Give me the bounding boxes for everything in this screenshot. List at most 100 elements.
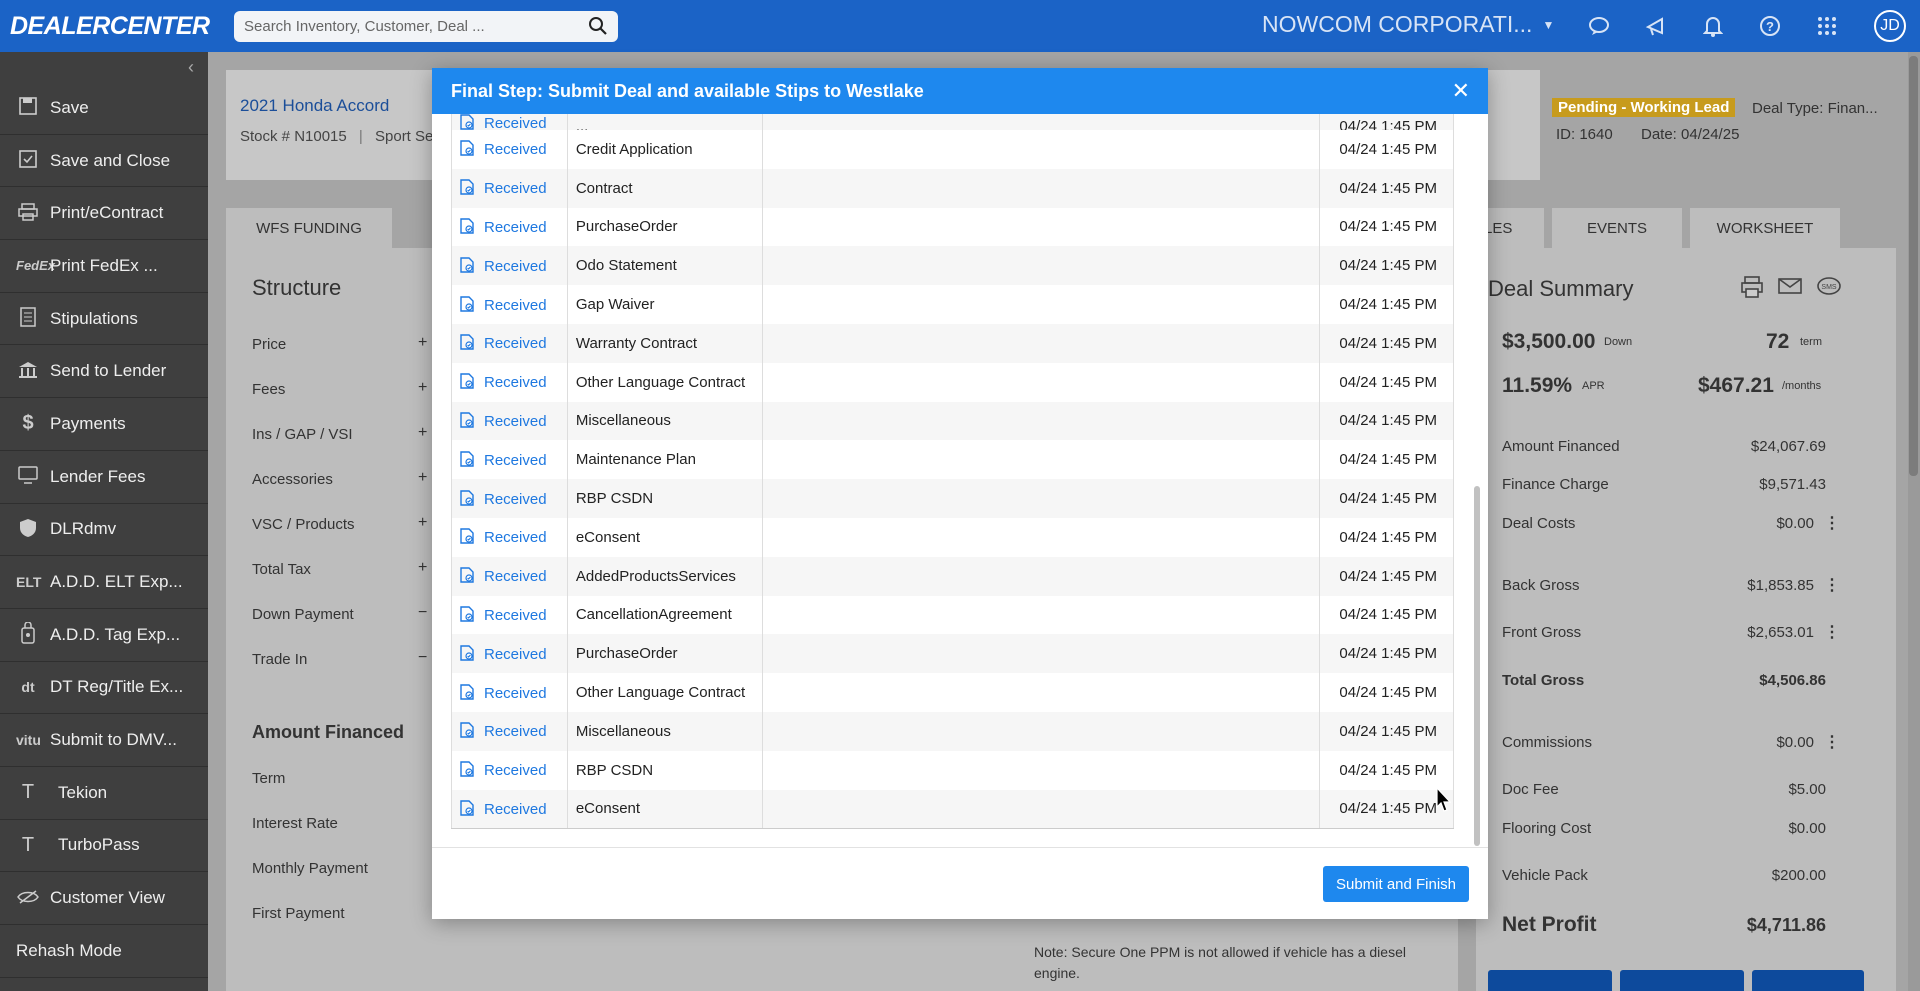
app-logo[interactable]: DEALERCENTER	[0, 12, 210, 41]
status-link[interactable]: Received	[484, 452, 547, 469]
sidebar-item-print-fedex[interactable]: FedEx Print FedEx ...	[0, 240, 208, 293]
apps-grid-icon[interactable]	[1813, 12, 1841, 40]
company-selector[interactable]: NOWCOM CORPORATI... ▼	[1262, 11, 1554, 38]
document-received-icon[interactable]	[460, 722, 474, 739]
status-cell[interactable]: Received	[451, 130, 568, 169]
status-link[interactable]: Received	[484, 115, 547, 130]
sidebar-item-lender-fees[interactable]: Lender Fees	[0, 451, 208, 504]
document-received-icon[interactable]	[460, 645, 474, 661]
collapse-sidebar-icon[interactable]: ‹	[0, 52, 208, 82]
more-options-icon[interactable]: ⋮	[1824, 575, 1840, 595]
status-cell[interactable]: Received	[451, 168, 568, 208]
document-received-icon[interactable]	[460, 489, 474, 506]
tab-worksheet[interactable]: WORKSHEET	[1690, 208, 1840, 248]
bell-icon[interactable]	[1699, 12, 1727, 40]
print-icon[interactable]	[1740, 276, 1764, 304]
status-cell[interactable]: Received	[451, 207, 568, 247]
sidebar-item-stipulations[interactable]: Stipulations	[0, 293, 208, 346]
stips-table-container[interactable]: Received... 04/24 1:45 PM Received Credit A…	[451, 114, 1471, 849]
document-received-icon[interactable]	[460, 373, 474, 389]
status-link[interactable]: Received	[484, 607, 547, 624]
modal-scrollbar-thumb[interactable]	[1474, 486, 1480, 846]
status-link[interactable]: Received	[484, 335, 547, 352]
sidebar-item-dt-reg-title-ex[interactable]: dt DT Reg/Title Ex...	[0, 662, 208, 715]
request-button[interactable]	[1752, 970, 1864, 991]
status-link[interactable]: Received	[484, 491, 547, 508]
sidebar-item-save[interactable]: Save	[0, 82, 208, 135]
sidebar-item-a-d-d-tag-exp[interactable]: A.D.D. Tag Exp...	[0, 609, 208, 662]
sms-icon[interactable]: SMS	[1816, 276, 1842, 304]
sidebar-item-tekion[interactable]: T Tekion	[0, 767, 208, 820]
document-received-icon[interactable]	[460, 295, 474, 312]
document-received-icon[interactable]	[460, 218, 474, 234]
sidebar-item-submit-to-dmv[interactable]: vitu Submit to DMV...	[0, 714, 208, 767]
document-received-icon[interactable]	[460, 114, 474, 130]
contract-deal-button[interactable]	[1488, 970, 1612, 991]
status-cell[interactable]: Received	[451, 440, 568, 480]
econtract-deal-button[interactable]	[1620, 970, 1744, 991]
sidebar-item-send-to-lender[interactable]: Send to Lender	[0, 345, 208, 399]
status-cell[interactable]: Received	[451, 323, 568, 363]
status-cell[interactable]: Received	[451, 401, 568, 441]
sidebar-item-rehash-mode[interactable]: Rehash Mode	[0, 925, 208, 978]
status-cell[interactable]: Received	[451, 789, 568, 829]
status-link[interactable]: Received	[484, 529, 547, 546]
status-cell[interactable]: Received	[451, 479, 568, 518]
status-link[interactable]: Received	[484, 297, 547, 314]
document-received-icon[interactable]	[460, 761, 474, 777]
document-received-icon[interactable]	[460, 412, 474, 428]
collapse-icon[interactable]: −	[418, 604, 427, 622]
status-link[interactable]: Received	[484, 374, 547, 391]
status-link[interactable]: Received	[484, 180, 547, 197]
document-received-icon[interactable]	[460, 528, 474, 545]
vehicle-title-link[interactable]: 2021 Honda Accord	[240, 96, 389, 116]
expand-icon[interactable]: +	[418, 334, 427, 352]
document-received-icon[interactable]	[460, 606, 474, 622]
document-received-icon[interactable]	[460, 800, 474, 816]
page-scrollbar-thumb[interactable]	[1909, 56, 1918, 476]
more-options-icon[interactable]: ⋮	[1824, 513, 1840, 533]
megaphone-icon[interactable]	[1642, 12, 1670, 40]
status-cell[interactable]: Received	[451, 711, 568, 751]
more-options-icon[interactable]: ⋮	[1824, 622, 1840, 642]
status-link[interactable]: Received	[484, 141, 547, 158]
collapse-icon[interactable]: −	[418, 649, 427, 667]
document-received-icon[interactable]	[460, 140, 474, 157]
status-link[interactable]: Received	[484, 219, 547, 236]
document-received-icon[interactable]	[460, 451, 474, 467]
status-link[interactable]: Received	[484, 413, 547, 430]
status-link[interactable]: Received	[484, 258, 547, 275]
more-options-icon[interactable]: ⋮	[1824, 732, 1840, 752]
status-cell[interactable]: Received	[451, 556, 568, 596]
status-cell[interactable]: Received	[451, 362, 568, 402]
status-link[interactable]: Received	[484, 801, 547, 818]
sidebar-item-turbopass[interactable]: T TurboPass	[0, 820, 208, 873]
document-received-icon[interactable]	[460, 334, 474, 351]
status-cell[interactable]: Received	[451, 595, 568, 635]
search-icon[interactable]	[588, 16, 608, 36]
tab-events[interactable]: EVENTS	[1552, 208, 1682, 248]
status-link[interactable]: Received	[484, 568, 547, 585]
global-search-input[interactable]: Search Inventory, Customer, Deal ...	[234, 10, 618, 42]
status-cell[interactable]: Received	[451, 246, 568, 286]
document-received-icon[interactable]	[460, 179, 474, 195]
sidebar-item-print-econtract[interactable]: Print/eContract	[0, 187, 208, 241]
help-icon[interactable]: ?	[1756, 12, 1784, 40]
status-cell[interactable]: Received	[451, 285, 568, 324]
chat-icon[interactable]	[1585, 12, 1613, 40]
status-cell[interactable]: Received	[451, 750, 568, 790]
email-icon[interactable]	[1778, 276, 1802, 304]
sidebar-item-payments[interactable]: $ Payments	[0, 398, 208, 451]
status-cell[interactable]: Received	[451, 673, 568, 712]
expand-icon[interactable]: +	[418, 424, 427, 442]
tab-wfs-funding[interactable]: WFS FUNDING	[226, 208, 392, 248]
tab-files[interactable]: LES	[1484, 208, 1544, 248]
status-link[interactable]: Received	[484, 762, 547, 779]
sidebar-item-dlrdmv[interactable]: DLRdmv	[0, 504, 208, 557]
sidebar-item-customer-view[interactable]: Customer View	[0, 872, 208, 925]
sidebar-item-a-d-d-elt-exp[interactable]: ELT A.D.D. ELT Exp...	[0, 556, 208, 609]
expand-icon[interactable]: +	[418, 469, 427, 487]
status-link[interactable]: Received	[484, 723, 547, 740]
status-cell[interactable]: Received	[451, 114, 568, 130]
document-received-icon[interactable]	[460, 567, 474, 583]
